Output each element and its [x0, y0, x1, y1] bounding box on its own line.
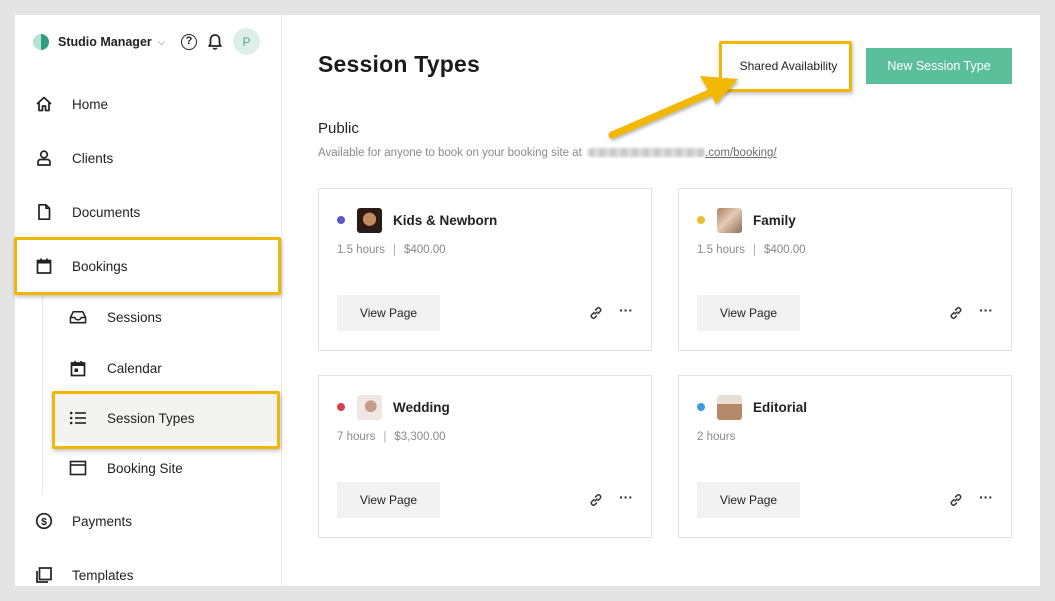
new-session-type-button[interactable]: New Session Type [866, 48, 1012, 84]
price: $3,300.00 [394, 431, 446, 443]
link-icon[interactable] [589, 493, 603, 507]
sidebar: Studio Manager ⌵ ? P Home Clients Docume… [15, 15, 282, 586]
svg-text:$: $ [41, 516, 47, 528]
dollar-icon: $ [35, 512, 53, 530]
duration: 1.5 hours [337, 244, 385, 256]
sidebar-item-label: Bookings [72, 258, 128, 274]
color-dot [697, 403, 705, 411]
view-page-button[interactable]: View Page [337, 295, 440, 331]
sidebar-item-label: Calendar [107, 360, 162, 376]
session-thumbnail [717, 395, 742, 420]
duration: 7 hours [337, 431, 376, 443]
session-type-card: Kids & Newborn 1.5 hours | $400.00 View Pa… [318, 188, 652, 351]
chevron-down-icon: ⌵ [157, 37, 166, 48]
session-type-name: Editorial [753, 400, 808, 415]
shared-availability-button[interactable]: Shared Availability [727, 48, 850, 84]
sidebar-item-label: Booking Site [107, 460, 183, 476]
session-type-meta: 2 hours [697, 431, 735, 443]
calendar-day-icon [69, 359, 87, 377]
separator: | [392, 244, 396, 256]
duration: 1.5 hours [697, 244, 745, 256]
sidebar-subitem-sessions[interactable]: Sessions [51, 293, 279, 341]
separator: | [383, 431, 387, 443]
person-icon [35, 149, 53, 167]
view-page-button[interactable]: View Page [337, 482, 440, 518]
separator: | [752, 244, 756, 256]
color-dot [337, 216, 345, 224]
more-options-icon[interactable]: ··· [617, 303, 635, 320]
price: $400.00 [763, 244, 806, 256]
more-options-icon[interactable]: ··· [977, 303, 995, 320]
home-icon [35, 95, 53, 113]
app-window: Studio Manager ⌵ ? P Home Clients Docume… [15, 15, 1040, 586]
page-title: Session Types [318, 51, 480, 77]
brand-logo [33, 34, 49, 50]
brand-name: Studio Manager [58, 35, 152, 49]
list-icon [69, 409, 87, 427]
sidebar-item-label: Home [72, 96, 109, 112]
session-type-meta: 1.5 hours | $400.00 [337, 244, 446, 256]
calendar-icon [35, 257, 53, 275]
bell-icon[interactable] [207, 33, 223, 51]
view-page-button[interactable]: View Page [697, 482, 800, 518]
header-icons: ? P [181, 28, 260, 55]
session-type-name: Family [753, 213, 796, 228]
avatar[interactable]: P [233, 28, 260, 55]
sidebar-item-documents[interactable]: Documents [15, 192, 282, 232]
sidebar-item-label: Documents [72, 204, 141, 220]
section-title: Public [318, 120, 359, 137]
section-description-text: Available for anyone to book on your boo… [318, 147, 582, 159]
submenu-divider [42, 295, 43, 495]
sidebar-item-label: Sessions [107, 309, 162, 325]
session-type-card: Family 1.5 hours | $400.00 View Page ··· [678, 188, 1012, 351]
sidebar-subitem-session-types[interactable]: Session Types [51, 394, 279, 442]
session-thumbnail [357, 208, 382, 233]
session-type-card: Editorial 2 hours View Page ··· [678, 375, 1012, 538]
sidebar-item-clients[interactable]: Clients [15, 138, 282, 178]
link-icon[interactable] [949, 493, 963, 507]
sidebar-subitem-booking-site[interactable]: Booking Site [51, 444, 279, 492]
sidebar-item-label: Payments [72, 513, 133, 529]
price: $400.00 [403, 244, 446, 256]
color-dot [697, 216, 705, 224]
color-dot [337, 403, 345, 411]
sidebar-item-label: Templates [72, 567, 134, 583]
session-type-card: Wedding 7 hours | $3,300.00 View Page ··· [318, 375, 652, 538]
session-thumbnail [357, 395, 382, 420]
inbox-icon [69, 308, 87, 326]
link-icon[interactable] [949, 306, 963, 320]
browser-icon [69, 459, 87, 477]
sidebar-item-templates[interactable]: Templates [15, 555, 282, 586]
view-page-button[interactable]: View Page [697, 295, 800, 331]
sidebar-item-bookings[interactable]: Bookings [15, 246, 282, 286]
help-icon[interactable]: ? [181, 33, 197, 50]
session-type-name: Kids & Newborn [393, 213, 498, 228]
sidebar-item-label: Session Types [107, 410, 195, 426]
templates-icon [35, 566, 53, 584]
sidebar-subitem-calendar[interactable]: Calendar [51, 344, 279, 392]
sidebar-item-label: Clients [72, 150, 114, 166]
more-options-icon[interactable]: ··· [977, 490, 995, 507]
sidebar-item-home[interactable]: Home [15, 84, 282, 124]
document-icon [35, 203, 53, 221]
section-description: Available for anyone to book on your boo… [318, 147, 777, 159]
more-options-icon[interactable]: ··· [617, 490, 635, 507]
duration: 2 hours [697, 431, 736, 443]
booking-site-link[interactable]: .com/booking/ [705, 147, 777, 159]
redacted-domain [588, 148, 706, 158]
sidebar-item-payments[interactable]: $ Payments [15, 501, 282, 541]
link-icon[interactable] [589, 306, 603, 320]
session-type-meta: 7 hours | $3,300.00 [337, 431, 446, 443]
session-type-meta: 1.5 hours | $400.00 [697, 244, 806, 256]
session-thumbnail [717, 208, 742, 233]
session-type-name: Wedding [393, 400, 450, 415]
